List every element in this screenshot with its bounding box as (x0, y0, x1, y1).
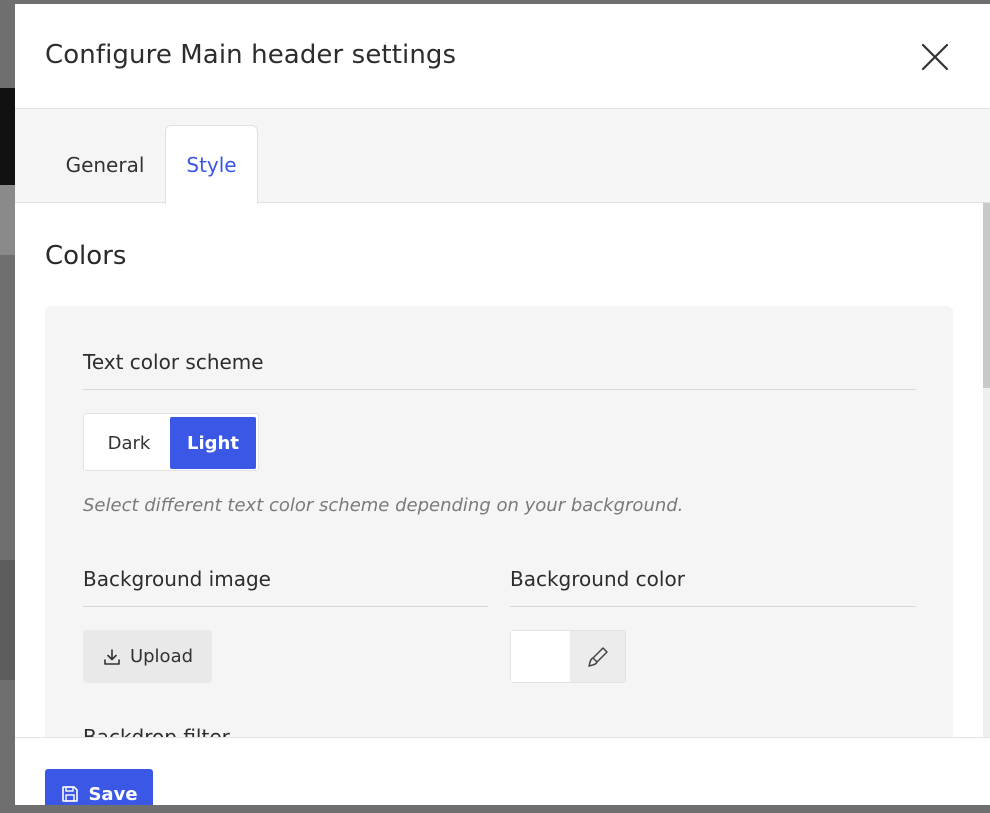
background-color-field (510, 630, 626, 683)
modal-footer: Save (15, 737, 990, 805)
download-icon (104, 648, 120, 665)
modal-title: Configure Main header settings (45, 40, 457, 70)
color-picker-button[interactable] (570, 631, 625, 682)
scheme-light-option[interactable]: Light (170, 417, 256, 469)
save-icon (62, 786, 79, 802)
color-swatch[interactable] (511, 631, 570, 682)
text-color-scheme-toggle: Dark Light (83, 413, 259, 471)
background-image-label: Background image (83, 567, 271, 591)
save-button[interactable]: Save (45, 769, 153, 805)
upload-label: Upload (129, 646, 194, 667)
scrollbar-thumb[interactable] (983, 203, 990, 388)
brush-icon (587, 646, 608, 667)
tab-bar: General Style (15, 109, 990, 204)
backdrop-page-fragment (0, 560, 15, 680)
settings-modal: Configure Main header settings General S… (15, 4, 990, 805)
divider (83, 606, 488, 607)
modal-body: Colors Text color scheme Dark Light Sele… (15, 203, 990, 737)
text-color-scheme-hint: Select different text color scheme depen… (83, 495, 684, 516)
divider (510, 606, 916, 607)
divider (83, 389, 916, 390)
scheme-dark-option[interactable]: Dark (87, 417, 171, 469)
backdrop-page-fragment (0, 185, 15, 255)
background-color-label: Background color (510, 567, 685, 591)
scrollbar[interactable] (983, 203, 990, 737)
close-icon (921, 43, 949, 71)
backdrop-page-fragment (0, 88, 15, 185)
save-label: Save (88, 783, 138, 805)
close-button[interactable] (920, 42, 950, 72)
upload-button[interactable]: Upload (83, 630, 212, 683)
colors-panel: Text color scheme Dark Light Select diff… (45, 306, 953, 737)
text-color-scheme-label: Text color scheme (83, 350, 264, 374)
section-title-colors: Colors (45, 241, 127, 271)
tab-style[interactable]: Style (165, 125, 258, 204)
tab-general[interactable]: General (51, 125, 159, 204)
backdrop-filter-label: Backdrop filter (83, 725, 230, 737)
modal-header: Configure Main header settings (15, 4, 990, 109)
